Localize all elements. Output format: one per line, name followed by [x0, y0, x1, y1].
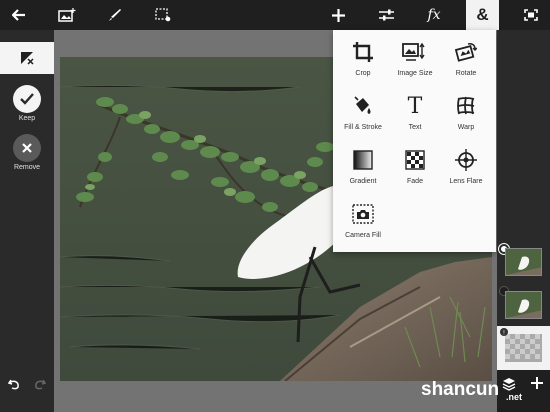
layers-panel: ! — [497, 30, 550, 412]
ampersand-icon: & — [476, 5, 489, 24]
add-image-button[interactable] — [50, 0, 84, 30]
undo-icon — [8, 379, 19, 389]
fx-button[interactable]: fx — [417, 0, 451, 30]
close-icon — [22, 143, 32, 153]
keep-button[interactable] — [13, 85, 41, 113]
text-icon: T — [407, 93, 423, 119]
menu-item-label: Fade — [407, 178, 423, 185]
menu-item-label: Gradient — [349, 178, 377, 185]
selection-button[interactable] — [146, 0, 180, 30]
left-panel: Keep Remove — [0, 30, 54, 412]
add-button[interactable] — [321, 0, 355, 30]
image-size-icon — [402, 42, 425, 61]
menu-item-label: Crop — [355, 70, 371, 77]
camera-fill-icon — [352, 204, 374, 224]
menu-item-lens-flare[interactable]: Lens Flare — [439, 138, 493, 188]
menu-item-rotate[interactable]: Rotate — [439, 30, 493, 80]
menu-item-label: Fill & Stroke — [344, 124, 382, 131]
layer-thumb-2[interactable] — [505, 291, 542, 319]
watermark-logo: shancun — [421, 379, 500, 400]
menu-item-label: Rotate — [455, 70, 477, 77]
menu-item-label: Image Size — [397, 70, 433, 77]
layers-icon[interactable] — [502, 377, 516, 391]
menu-item-image-size[interactable]: Image Size — [388, 30, 442, 80]
watermark-suffix: .net — [506, 392, 523, 402]
layer-thumbnail — [506, 249, 541, 275]
cutout-tool-header[interactable] — [0, 42, 54, 74]
menu-item-fade[interactable]: Fade — [388, 138, 442, 188]
menu-item-label: Lens Flare — [449, 178, 483, 185]
keep-label: Keep — [18, 115, 36, 122]
remove-label: Remove — [13, 164, 41, 171]
menu-item-fill-stroke[interactable]: Fill & Stroke — [336, 84, 390, 134]
checkmark-icon — [20, 93, 34, 105]
app-window: { "toolbar": { "items": [ {"icon":"back-… — [0, 0, 550, 412]
layer-thumb-1[interactable] — [505, 248, 542, 276]
menu-item-warp[interactable]: Warp — [439, 84, 493, 134]
layer-thumbnail — [506, 292, 541, 318]
add-icon — [331, 8, 345, 22]
add-layer-icon[interactable] — [531, 377, 543, 389]
redo-icon — [35, 379, 46, 389]
cutout-icon — [21, 52, 34, 65]
fullscreen-button[interactable] — [514, 0, 548, 30]
gradient-icon — [353, 150, 373, 170]
adjust-sliders-icon — [378, 9, 394, 21]
adjust-button[interactable] — [369, 0, 403, 30]
back-button[interactable] — [2, 0, 36, 30]
effects-menu: Crop Image Size Rotate Fill & Stroke T T… — [333, 30, 496, 252]
remove-button[interactable] — [13, 134, 41, 162]
menu-item-label: Camera Fill — [345, 232, 381, 239]
fx-icon: fx — [427, 7, 441, 23]
brush-icon — [109, 9, 121, 21]
fill-stroke-icon — [354, 96, 371, 114]
ampersand-button[interactable]: & — [466, 0, 499, 30]
rotate-icon — [455, 43, 477, 62]
menu-item-crop[interactable]: Crop — [336, 30, 390, 80]
brush-button[interactable] — [98, 0, 132, 30]
selection-icon — [155, 8, 171, 22]
top-toolbar: fx & — [0, 0, 550, 30]
add-image-icon — [58, 8, 76, 22]
lens-flare-icon — [455, 149, 477, 171]
menu-item-text[interactable]: T Text — [388, 84, 442, 134]
menu-item-label: Text — [408, 124, 422, 131]
menu-item-gradient[interactable]: Gradient — [336, 138, 390, 188]
menu-item-camera-fill[interactable]: Camera Fill — [336, 192, 390, 242]
transparent-layer-thumbnail: ! — [497, 326, 550, 370]
layers-toolbar — [497, 370, 550, 412]
fade-icon — [405, 150, 425, 170]
undo-button[interactable] — [4, 374, 24, 394]
redo-button[interactable] — [30, 374, 50, 394]
layer-thumb-active[interactable]: ! — [497, 326, 550, 370]
menu-item-label: Warp — [457, 124, 475, 131]
warp-icon — [457, 96, 475, 115]
fullscreen-icon — [524, 9, 538, 21]
crop-icon — [353, 42, 373, 62]
back-arrow-icon — [12, 9, 25, 21]
